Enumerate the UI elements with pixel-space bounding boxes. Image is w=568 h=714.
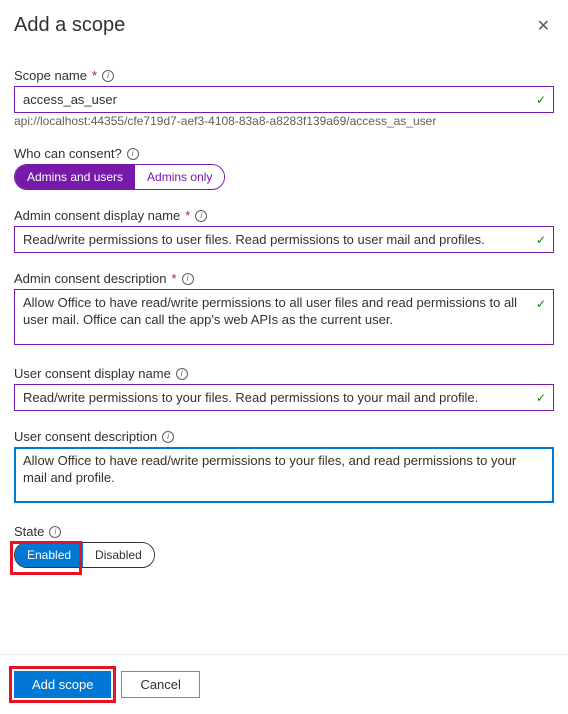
valid-check-icon: ✓ [536,297,546,311]
required-mark: * [185,208,190,223]
info-icon[interactable]: i [49,526,61,538]
info-icon[interactable]: i [176,368,188,380]
info-icon[interactable]: i [127,148,139,160]
state-segment: Enabled Disabled [14,542,155,568]
cancel-button[interactable]: Cancel [121,671,199,698]
state-disabled-option[interactable]: Disabled [83,543,154,567]
admin-desc-label: Admin consent description [14,271,166,286]
info-icon[interactable]: i [195,210,207,222]
admin-desc-textarea[interactable]: Allow Office to have read/write permissi… [14,289,554,345]
info-icon[interactable]: i [102,70,114,82]
valid-check-icon: ✓ [536,93,546,107]
consent-admins-only-option[interactable]: Admins only [135,165,224,189]
state-label: State [14,524,44,539]
who-can-consent-label: Who can consent? [14,146,122,161]
info-icon[interactable]: i [162,431,174,443]
add-scope-button[interactable]: Add scope [14,671,111,698]
required-mark: * [92,68,97,83]
info-icon[interactable]: i [182,273,194,285]
admin-display-label: Admin consent display name [14,208,180,223]
user-display-input[interactable] [14,384,554,411]
valid-check-icon: ✓ [536,233,546,247]
user-desc-label: User consent description [14,429,157,444]
admin-display-input[interactable] [14,226,554,253]
scope-name-hint: api://localhost:44355/cfe719d7-aef3-4108… [14,114,554,128]
close-icon[interactable]: ✕ [533,14,554,38]
user-desc-textarea[interactable]: Allow Office to have read/write permissi… [14,447,554,503]
scope-name-label: Scope name [14,68,87,83]
valid-check-icon: ✓ [536,391,546,405]
required-mark: * [171,271,176,286]
who-can-consent-segment: Admins and users Admins only [14,164,225,190]
panel-title: Add a scope [14,14,125,37]
consent-admins-and-users-option[interactable]: Admins and users [15,165,135,189]
user-display-label: User consent display name [14,366,171,381]
state-enabled-option[interactable]: Enabled [15,543,83,567]
footer-bar: Add scope Cancel [0,654,568,714]
scope-name-input[interactable] [14,86,554,113]
